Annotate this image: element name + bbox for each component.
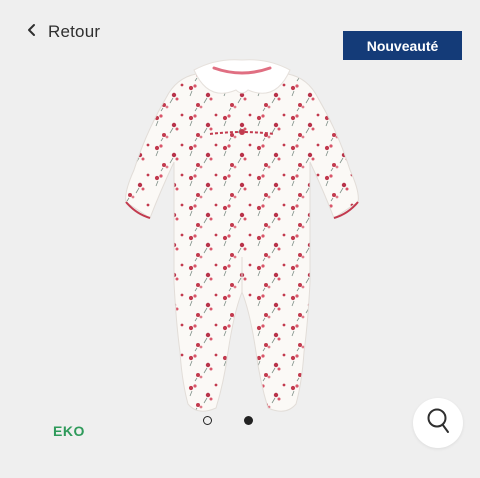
search-icon	[425, 407, 451, 440]
product-image	[125, 59, 359, 412]
carousel-dot-1[interactable]	[203, 416, 212, 425]
svg-text:EKO: EKO	[53, 424, 85, 438]
back-button[interactable]: Retour	[26, 20, 100, 44]
carousel-indicator	[203, 416, 253, 425]
zoom-button[interactable]	[413, 398, 463, 448]
chevron-left-icon	[26, 23, 38, 42]
eko-logo: EKO	[53, 423, 89, 442]
back-label: Retour	[48, 22, 101, 41]
carousel-dot-2-active[interactable]	[244, 416, 253, 425]
